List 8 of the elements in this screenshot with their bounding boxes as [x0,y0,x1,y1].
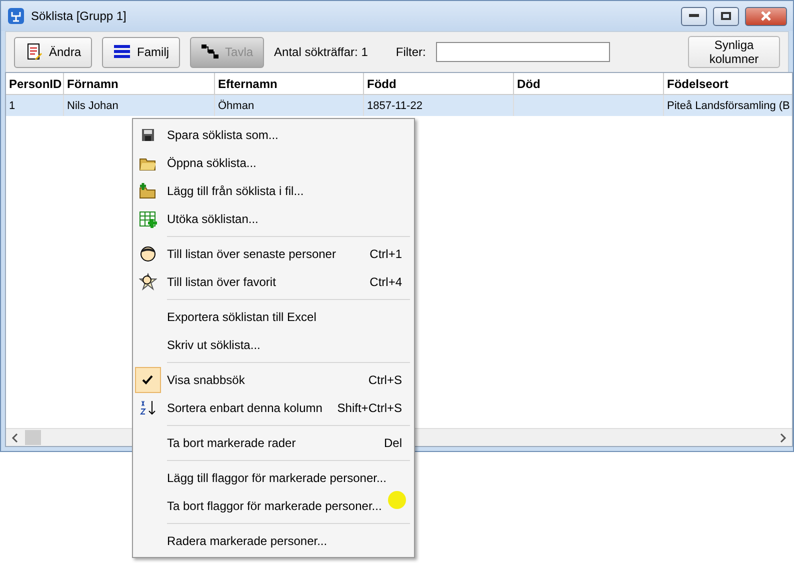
filter-label: Filter: [396,45,426,59]
window-title: Söklista [Grupp 1] [31,9,128,23]
hit-count: Antal sökträffar: 1 [274,45,368,59]
table-cell: Piteå Landsförsamling (B [667,100,790,112]
table-cell: 1 [9,100,16,112]
table-cell: Öhman [218,100,254,112]
table-cell: Nils Johan [67,100,118,112]
table-cell: 1857-11-22 [367,100,422,112]
